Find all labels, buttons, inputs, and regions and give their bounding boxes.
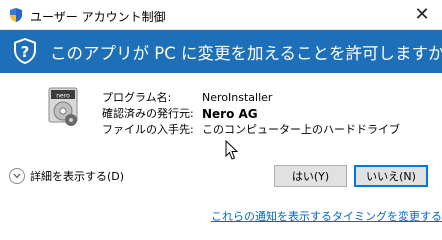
- close-icon: ✕: [414, 4, 430, 25]
- uac-question: このアプリが PC に変更を加えることを許可しますか?: [50, 44, 442, 63]
- yes-button[interactable]: はい(Y): [274, 165, 347, 187]
- nero-installer-icon: nero: [48, 87, 78, 126]
- app-info-labels: プログラム名: 確認済みの発行元: ファイルの入手先:: [102, 90, 194, 138]
- file-origin-label: ファイルの入手先:: [102, 123, 194, 136]
- file-origin-value: このコンピューター上のハードドライブ: [202, 123, 400, 136]
- program-name-value: NeroInstaller: [202, 91, 273, 104]
- mouse-cursor-icon: [225, 140, 239, 160]
- close-button[interactable]: ✕: [412, 5, 432, 25]
- change-notification-timing-link[interactable]: これらの通知を表示するタイミングを変更する: [211, 208, 442, 224]
- chevron-down-icon: [9, 168, 25, 184]
- uac-shield-question-icon: ?: [14, 38, 36, 64]
- window-title: ユーザー アカウント制御: [30, 10, 166, 24]
- app-info-values: NeroInstaller Nero AG このコンピューター上のハードドライブ: [202, 90, 400, 138]
- show-details-toggle[interactable]: 詳細を表示する(D): [9, 168, 124, 184]
- program-name-label: プログラム名:: [102, 91, 172, 104]
- uac-banner: ? このアプリが PC に変更を加えることを許可しますか?: [0, 30, 442, 73]
- publisher-value: Nero AG: [202, 107, 258, 121]
- svg-text:?: ?: [21, 43, 30, 61]
- no-button[interactable]: いいえ(N): [354, 165, 428, 187]
- title-bar: ユーザー アカウント制御 ✕: [0, 0, 442, 30]
- svg-text:nero: nero: [56, 93, 70, 100]
- shield-icon: [10, 8, 22, 22]
- publisher-label: 確認済みの発行元:: [102, 107, 194, 120]
- show-details-label: 詳細を表示する(D): [30, 170, 125, 183]
